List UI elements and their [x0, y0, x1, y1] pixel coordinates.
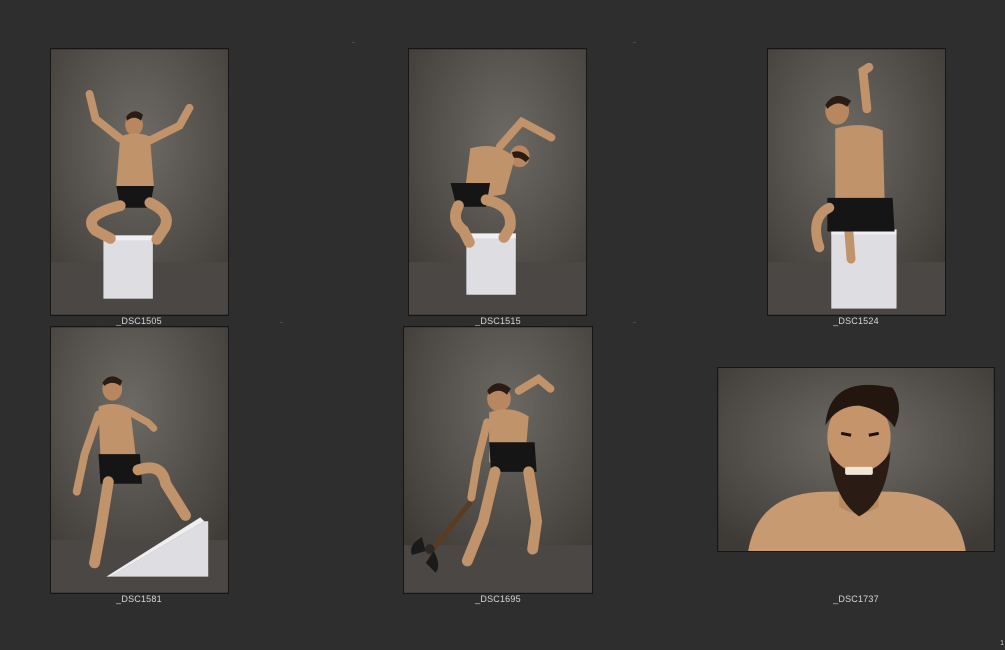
- photo-filename-label: _DSC1581: [116, 594, 162, 604]
- photo-filename-label: _DSC1737: [833, 594, 879, 604]
- photo-foot-on-wedge-image: [51, 327, 228, 593]
- crop-mark: [352, 42, 355, 43]
- photo-filename-label: _DSC1505: [116, 316, 162, 326]
- photo-filename-label: _DSC1515: [475, 316, 521, 326]
- photo-thumbnail-dsc1737[interactable]: [717, 367, 995, 552]
- crop-mark: [280, 322, 283, 323]
- photo-seated-back-view-image: [768, 49, 945, 315]
- photo-leaning-back-image: [409, 49, 586, 315]
- photo-thumbnail-dsc1695[interactable]: [403, 326, 593, 594]
- photo-portrait-image: [718, 368, 994, 551]
- photo-thumbnail-dsc1524[interactable]: [767, 48, 946, 316]
- photo-crouching-pose-image: [51, 49, 228, 315]
- photo-filename-label: _DSC1524: [833, 316, 879, 326]
- crop-mark: [633, 322, 636, 323]
- crop-mark: [633, 42, 636, 43]
- photo-thumbnail-dsc1515[interactable]: [408, 48, 587, 316]
- page-number: 1: [1000, 640, 1004, 647]
- photo-thumbnail-dsc1505[interactable]: [50, 48, 229, 316]
- photo-thumbnail-dsc1581[interactable]: [50, 326, 229, 594]
- contact-sheet: _DSC1505 _DSC1515 _DSC1524 _DSC1581 _DSC…: [0, 0, 1005, 650]
- photo-filename-label: _DSC1695: [475, 594, 521, 604]
- photo-axe-pose-image: [404, 327, 592, 593]
